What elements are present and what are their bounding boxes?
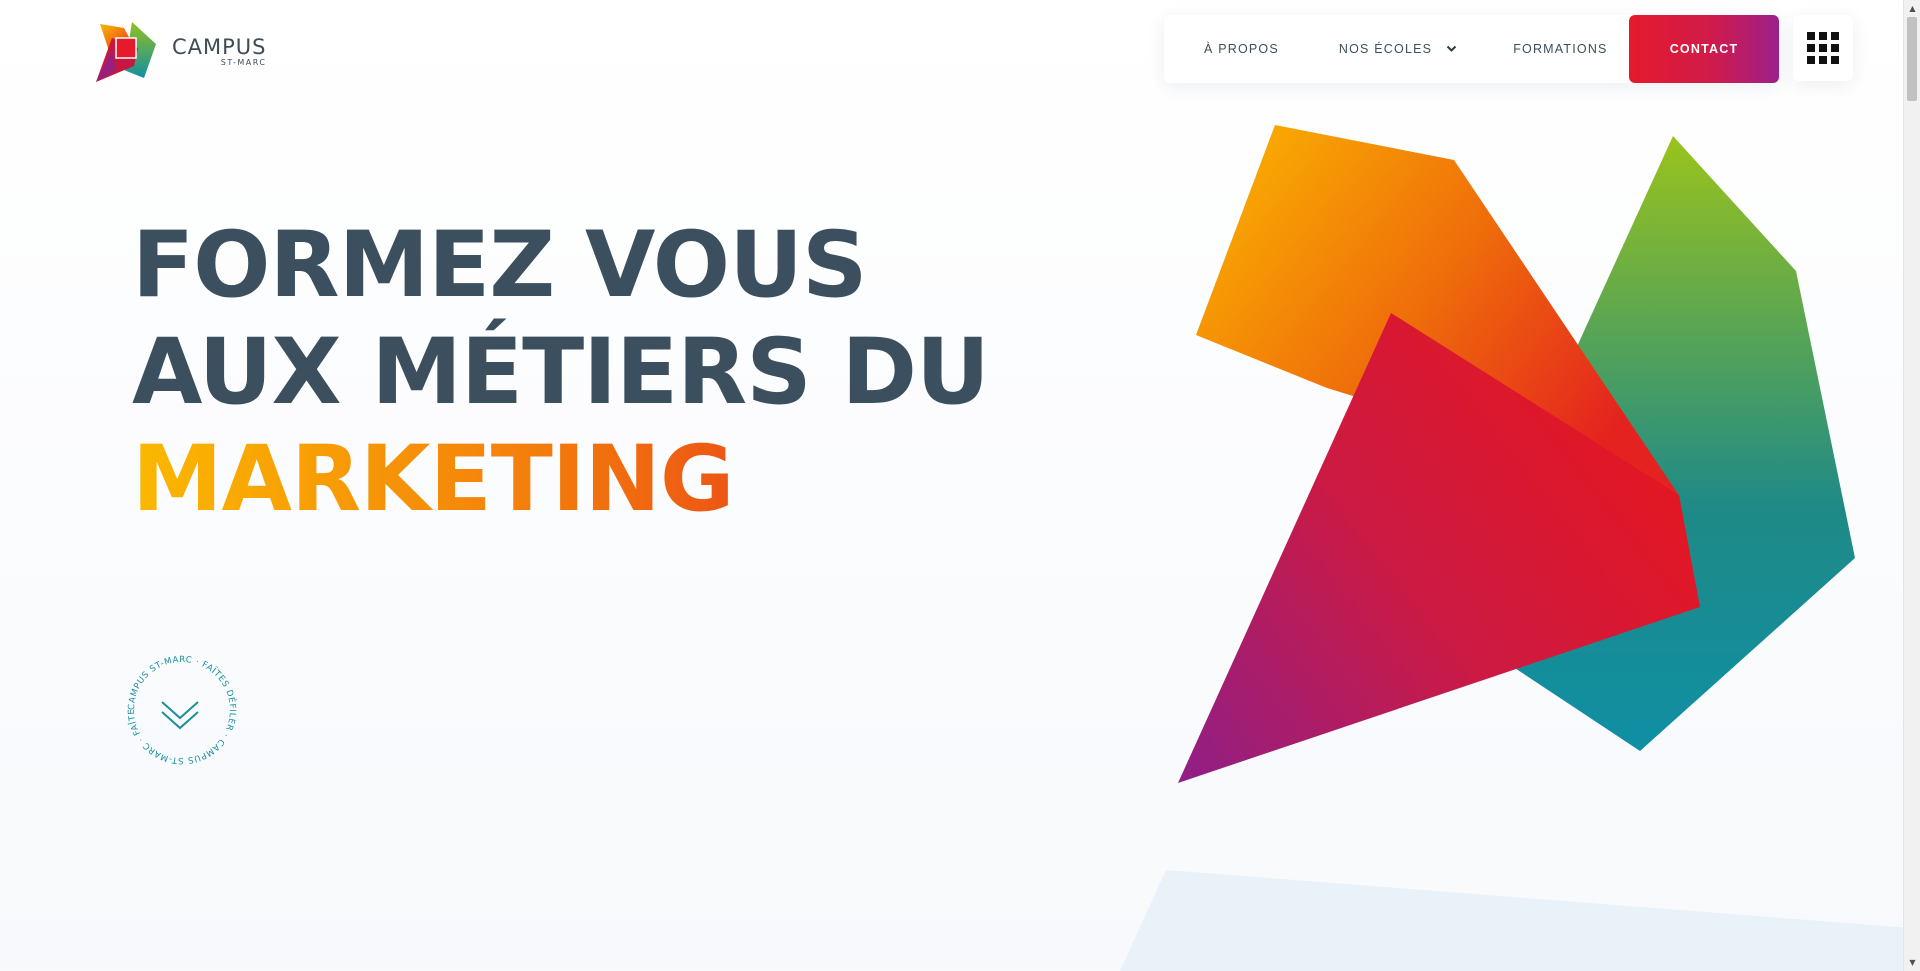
double-chevron-down-icon [161, 701, 199, 730]
decorative-floor-shape [1120, 870, 1910, 971]
scroll-down-arrow[interactable]: ▼ [1904, 954, 1920, 971]
scroll-down-badge[interactable]: CAMPUS ST-MARC · FAÎTES DÉFILER · CAMPUS… [122, 650, 242, 770]
site-logo[interactable]: CAMPUS ST-MARC [94, 20, 267, 84]
chevron-down-icon [1446, 45, 1457, 52]
contact-button[interactable]: CONTACT [1629, 15, 1779, 83]
hero-line-2: AUX MÉTIERS DU [132, 320, 990, 425]
nav-formations-link[interactable]: FORMATIONS [1513, 15, 1607, 83]
apps-menu-button[interactable] [1793, 15, 1853, 81]
main-nav: À PROPOS NOS ÉCOLES FORMATIONS CONTACT [1164, 15, 1779, 83]
nav-schools-label: NOS ÉCOLES [1338, 42, 1433, 56]
scroll-ring-text: CAMPUS ST-MARC · FAÎTES DÉFILER · CAMPUS… [122, 650, 239, 765]
page-scrollbar[interactable]: ▲ ▼ [1903, 0, 1920, 971]
hero-line-1: FORMEZ VOUS [132, 213, 868, 318]
logo-wordmark: CAMPUS [172, 35, 267, 59]
nav-about-link[interactable]: À PROPOS [1204, 15, 1279, 83]
grid-menu-icon [1807, 32, 1839, 64]
scroll-up-arrow[interactable]: ▲ [1904, 0, 1920, 17]
nav-schools-dropdown[interactable]: NOS ÉCOLES [1339, 15, 1457, 83]
scrollbar-thumb[interactable] [1907, 17, 1917, 101]
campus-logo-icon [96, 22, 156, 82]
logo-subtitle: ST-MARC [220, 58, 267, 67]
hero-title: FORMEZ VOUS AUX MÉTIERS DU MARKETING [132, 212, 990, 533]
hero-line-accent: MARKETING [132, 426, 989, 533]
hero-geometric-shapes [1178, 125, 1855, 783]
